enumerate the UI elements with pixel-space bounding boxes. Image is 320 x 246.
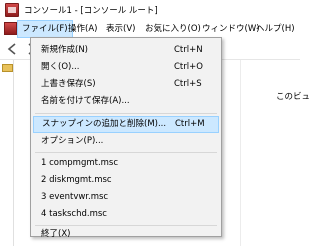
console-tree-pane — [0, 60, 14, 246]
system-menu-icon[interactable] — [4, 22, 17, 35]
menu-action[interactable]: 操作(A) — [64, 20, 101, 38]
folder-icon[interactable] — [2, 64, 13, 72]
menu-separator — [35, 152, 217, 153]
menu-item-label: オプション(P)... — [41, 136, 104, 146]
menu-item-label: 2 diskmgmt.msc — [41, 175, 112, 185]
menu-item-shortcut: Ctrl+O — [174, 62, 203, 72]
mmc-console-icon[interactable] — [5, 3, 19, 17]
menu-item-save[interactable]: 上書き保存(S) Ctrl+S — [33, 76, 219, 93]
menu-item-exit[interactable]: 終了(X) — [33, 219, 219, 239]
menu-item-options[interactable]: オプション(P)... — [33, 133, 219, 150]
menu-separator — [35, 113, 217, 114]
menu-item-save-as[interactable]: 名前を付けて保存(A)... — [33, 93, 219, 110]
window-title: コンソール1 - [コンソール ルート] — [24, 6, 158, 16]
menu-item-recent-1[interactable]: 1 compmgmt.msc — [33, 155, 219, 172]
file-menu-dropdown: 新規作成(N) Ctrl+N 開く(O)... Ctrl+O 上書き保存(S) … — [30, 37, 222, 239]
menu-item-shortcut: Ctrl+M — [175, 119, 205, 129]
menu-favorites[interactable]: お気に入り(O) — [141, 20, 205, 38]
menu-view[interactable]: 表示(V) — [102, 20, 139, 38]
menu-item-label: 終了(X) — [41, 229, 71, 239]
menu-item-label: 3 eventvwr.msc — [41, 192, 109, 202]
menu-help[interactable]: ヘルプ(H) — [252, 20, 299, 38]
menu-item-label: 上書き保存(S) — [41, 79, 96, 89]
menu-item-shortcut: Ctrl+S — [174, 79, 202, 89]
menu-item-label: 新規作成(N) — [41, 45, 88, 55]
menu-item-new[interactable]: 新規作成(N) Ctrl+N — [33, 42, 219, 59]
pane-divider[interactable] — [240, 60, 241, 246]
menu-item-add-remove-snapin[interactable]: スナップインの追加と削除(M)... Ctrl+M — [33, 116, 219, 133]
menu-item-shortcut: Ctrl+N — [174, 45, 203, 55]
results-pane-text: このビュ — [276, 92, 311, 102]
menu-item-label: 名前を付けて保存(A)... — [41, 96, 130, 106]
menu-bar: ファイル(F) 操作(A) 表示(V) お気に入り(O) ウィンドウ(W) ヘル… — [0, 20, 300, 38]
menu-item-label: 1 compmgmt.msc — [41, 158, 119, 168]
menu-item-recent-3[interactable]: 3 eventvwr.msc — [33, 189, 219, 206]
menu-item-label: スナップインの追加と削除(M)... — [42, 119, 167, 129]
title-bar: コンソール1 - [コンソール ルート] — [0, 0, 300, 20]
menu-item-label: 開く(O)... — [41, 62, 80, 72]
menu-item-open[interactable]: 開く(O)... Ctrl+O — [33, 59, 219, 76]
back-arrow-icon[interactable] — [6, 42, 20, 56]
menu-item-recent-2[interactable]: 2 diskmgmt.msc — [33, 172, 219, 189]
